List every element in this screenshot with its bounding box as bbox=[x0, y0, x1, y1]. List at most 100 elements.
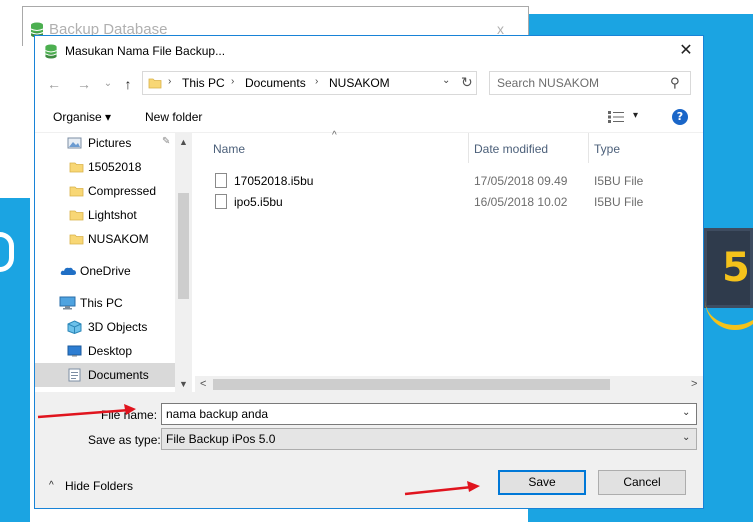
file-icon bbox=[215, 194, 227, 209]
background-logo-icon: 5 bbox=[722, 245, 750, 291]
search-icon[interactable]: ⚲ bbox=[670, 75, 680, 91]
sidebar-item-label: NUSAKOM bbox=[88, 232, 149, 246]
navigation-tree: Pictures ✎ 15052018 Compressed Lightshot… bbox=[35, 133, 175, 393]
sidebar-item-label: Pictures bbox=[88, 136, 132, 150]
dialog-titlebar: Masukan Nama File Backup... ✕ bbox=[35, 36, 703, 66]
back-arrow-icon[interactable]: ← bbox=[45, 75, 63, 93]
file-name: 17052018.i5bu bbox=[234, 174, 314, 188]
scroll-left-icon[interactable]: < bbox=[200, 378, 206, 390]
organise-button[interactable]: Organise ▾ bbox=[53, 110, 111, 124]
browser-pane: Pictures ✎ 15052018 Compressed Lightshot… bbox=[35, 130, 703, 393]
file-row[interactable]: 17052018.i5bu 17/05/2018 09.49 I5BU File bbox=[213, 171, 693, 192]
file-name: ipo5.i5bu bbox=[234, 195, 283, 209]
sidebar-item-desktop[interactable]: Desktop bbox=[35, 339, 175, 363]
sidebar-item-label: Compressed bbox=[88, 184, 157, 198]
sort-ascending-icon: ^ bbox=[332, 130, 337, 141]
save-file-dialog: Masukan Nama File Backup... ✕ ← → ⌄ ↑ › … bbox=[34, 35, 704, 509]
search-placeholder: Search NUSAKOM bbox=[497, 76, 600, 90]
address-dropdown-icon[interactable]: ⌄ bbox=[442, 75, 450, 86]
sidebar-item-label: Documents bbox=[88, 368, 149, 382]
sidebar-item-label: OneDrive bbox=[80, 264, 131, 278]
sidebar-item-3d-objects[interactable]: 3D Objects bbox=[35, 315, 175, 339]
file-list-scrollbar[interactable]: < > bbox=[195, 376, 703, 393]
sidebar-item-this-pc[interactable]: This PC bbox=[35, 291, 175, 315]
save-button[interactable]: Save bbox=[498, 470, 586, 495]
sidebar-item-label: This PC bbox=[80, 296, 123, 310]
sidebar-scrollbar[interactable]: ▲ ▼ bbox=[175, 133, 192, 393]
column-divider[interactable] bbox=[468, 133, 469, 163]
sidebar-item-onedrive[interactable]: OneDrive bbox=[35, 259, 175, 283]
command-bar: Organise ▾ New folder ▾ ? bbox=[35, 102, 703, 132]
view-options-icon[interactable] bbox=[608, 111, 624, 123]
cube-icon bbox=[67, 320, 82, 334]
search-box[interactable]: Search NUSAKOM ⚲ bbox=[489, 71, 691, 95]
breadcrumb-this-pc[interactable]: This PC bbox=[182, 76, 225, 90]
file-icon bbox=[215, 173, 227, 188]
sidebar-item-documents[interactable]: Documents bbox=[35, 363, 175, 387]
sidebar-item-compressed[interactable]: Compressed bbox=[35, 179, 175, 203]
documents-icon bbox=[68, 368, 81, 382]
sidebar-item-label: 15052018 bbox=[88, 160, 142, 174]
sidebar-scrollbar-thumb[interactable] bbox=[178, 193, 189, 299]
column-header-type[interactable]: Type bbox=[594, 142, 620, 156]
breadcrumb-separator: › bbox=[168, 76, 172, 87]
sidebar-item-label: Lightshot bbox=[88, 208, 137, 222]
file-date: 17/05/2018 09.49 bbox=[474, 174, 568, 188]
new-folder-button[interactable]: New folder bbox=[145, 110, 202, 124]
pin-icon[interactable]: ✎ bbox=[162, 136, 170, 147]
file-date: 16/05/2018 10.02 bbox=[474, 195, 568, 209]
cancel-button[interactable]: Cancel bbox=[598, 470, 686, 495]
navigation-bar: ← → ⌄ ↑ › This PC › Documents › NUSAKOM … bbox=[35, 66, 703, 102]
file-name-input[interactable]: nama backup anda ⌄ bbox=[161, 403, 697, 425]
file-list-scrollbar-thumb[interactable] bbox=[213, 379, 610, 390]
sidebar-item-nusakom[interactable]: NUSAKOM bbox=[35, 227, 175, 251]
refresh-icon[interactable]: ↻ bbox=[461, 74, 473, 91]
folder-icon bbox=[69, 210, 84, 221]
breadcrumb-separator: › bbox=[231, 76, 235, 87]
sidebar-item-label: 3D Objects bbox=[88, 320, 148, 334]
folder-icon bbox=[69, 234, 84, 245]
save-as-type-value: File Backup iPos 5.0 bbox=[166, 432, 276, 446]
column-header-date-modified[interactable]: Date modified bbox=[474, 142, 548, 156]
sidebar-item-pictures[interactable]: Pictures ✎ bbox=[35, 131, 175, 155]
scroll-right-icon[interactable]: > bbox=[691, 378, 697, 390]
dialog-title: Masukan Nama File Backup... bbox=[65, 44, 226, 58]
folder-icon bbox=[69, 162, 84, 173]
sidebar-item-lightshot[interactable]: Lightshot bbox=[35, 203, 175, 227]
forward-arrow-icon[interactable]: → bbox=[75, 75, 93, 93]
address-bar[interactable]: › This PC › Documents › NUSAKOM ⌄ ↻ bbox=[142, 71, 477, 95]
file-type: I5BU File bbox=[594, 174, 644, 188]
sidebar-item-15052018[interactable]: 15052018 bbox=[35, 155, 175, 179]
view-dropdown-icon[interactable]: ▾ bbox=[633, 110, 638, 121]
save-as-type-select[interactable]: File Backup iPos 5.0 ⌄ bbox=[161, 428, 697, 450]
chevron-up-icon[interactable]: ^ bbox=[49, 480, 54, 491]
recent-locations-chevron-icon[interactable]: ⌄ bbox=[99, 75, 117, 93]
dialog-close-button[interactable]: ✕ bbox=[671, 40, 701, 62]
cloud-icon bbox=[60, 267, 76, 275]
help-icon[interactable]: ? bbox=[672, 109, 688, 125]
column-divider[interactable] bbox=[588, 133, 589, 163]
pictures-icon bbox=[67, 137, 82, 149]
scroll-up-icon[interactable]: ▲ bbox=[179, 137, 188, 147]
hide-folders-button[interactable]: Hide Folders bbox=[65, 479, 133, 493]
desktop-icon bbox=[67, 345, 82, 357]
column-header-name[interactable]: Name bbox=[213, 142, 245, 156]
chevron-down-icon[interactable]: ⌄ bbox=[682, 407, 690, 418]
folder-icon bbox=[148, 78, 162, 89]
database-icon bbox=[45, 44, 57, 59]
save-as-type-label: Save as type: bbox=[88, 433, 161, 447]
computer-icon bbox=[59, 296, 76, 310]
sidebar-item-label: Desktop bbox=[88, 344, 133, 358]
breadcrumb-separator: › bbox=[315, 76, 319, 87]
folder-icon bbox=[69, 186, 84, 197]
breadcrumb-nusakom[interactable]: NUSAKOM bbox=[329, 76, 390, 90]
breadcrumb-documents[interactable]: Documents bbox=[245, 76, 306, 90]
file-row[interactable]: ipo5.i5bu 16/05/2018 10.02 I5BU File bbox=[213, 192, 693, 213]
chevron-down-icon[interactable]: ⌄ bbox=[682, 432, 690, 443]
file-name-value: nama backup anda bbox=[166, 407, 269, 421]
scroll-down-icon[interactable]: ▼ bbox=[179, 379, 188, 389]
up-arrow-icon[interactable]: ↑ bbox=[119, 75, 137, 93]
file-name-label: File name: bbox=[101, 408, 158, 422]
file-type: I5BU File bbox=[594, 195, 644, 209]
file-list: ^ Name Date modified Type 17052018.i5bu … bbox=[195, 130, 703, 393]
